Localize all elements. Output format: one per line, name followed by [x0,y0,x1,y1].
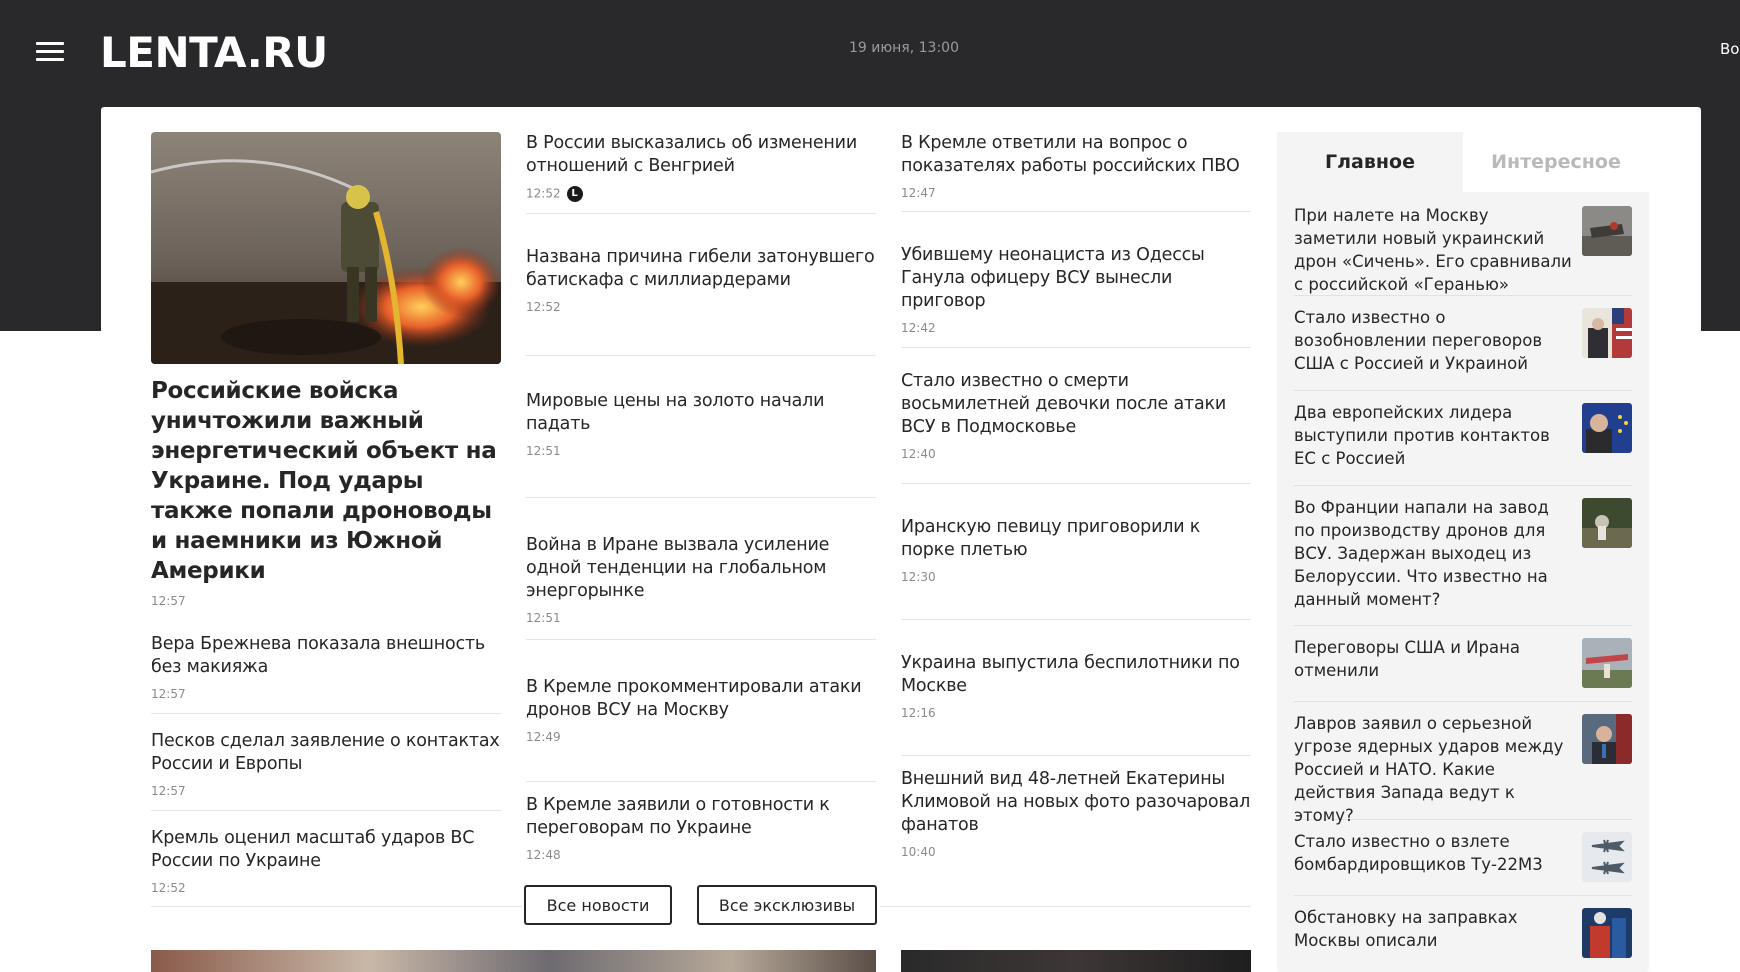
sidebar-news-title: Во Франции напали на завод по производст… [1294,498,1549,609]
sidebar-news-item[interactable]: Обстановку на заправках Москвы описали [1294,896,1632,972]
news-item-time: 12:52 L [526,186,876,202]
menu-icon[interactable] [36,42,64,61]
us-flags-meeting-thumbnail [1582,308,1632,358]
site-logo[interactable]: LENTA.RU [100,28,328,77]
sidebar-news-item[interactable]: Два европейских лидера выступили против … [1294,391,1632,486]
sidebar-news-title: Стало известно о взлете бомбардировщиков… [1294,832,1543,874]
news-item[interactable]: В Кремле ответили на вопрос о показателя… [901,132,1251,212]
news-item-time: 12:52 [151,881,186,895]
tab-main[interactable]: Главное [1277,132,1463,192]
lead-story-time: 12:57 [151,594,186,608]
news-item-title: В Кремле ответили на вопрос о показателя… [901,133,1240,176]
news-item-time: 12:51 [526,611,561,625]
news-item-time: 12:40 [901,447,936,461]
more-news-buttons: Все новости Все эксклюзивы [524,885,879,925]
sidebar-news-list: При налете на Москву заметили новый укра… [1277,192,1649,972]
news-item-time: 12:48 [526,848,561,862]
lavrov-thumbnail [1582,714,1632,764]
lead-story-title[interactable]: Российские войска уничтожили важный энер… [151,376,501,586]
news-item[interactable]: Названа причина гибели затонувшего батис… [526,214,876,356]
news-item[interactable]: В России высказались об изменении отноше… [526,132,876,214]
sidebar-top-news: Главное Интересное При налете на Москву … [1277,132,1649,972]
divider-line [151,906,523,907]
sidebar-news-item[interactable]: При налете на Москву заметили новый укра… [1294,192,1632,296]
lenta-exclusive-badge-icon: L [566,186,583,202]
news-item-title: Война в Иране вызвала усиление одной тен… [526,535,830,601]
news-item[interactable]: Внешний вид 48-летней Екатерины Климовой… [901,756,1251,866]
news-item[interactable]: Мировые цены на золото начали падать 12:… [526,356,876,498]
tab-interesting[interactable]: Интересное [1463,132,1649,192]
sidebar-tabs: Главное Интересное [1277,132,1649,192]
divider-line [880,906,1251,907]
news-item[interactable]: В Кремле заявили о готовности к перегово… [526,782,876,877]
news-item-title: Вера Брежнева показала внешность без мак… [151,634,485,677]
sidebar-news-item[interactable]: Переговоры США и Ирана отменили [1294,626,1632,702]
news-item-title: Иранскую певицу приговорили к порке плет… [901,517,1201,560]
fuel-station-thumbnail [1582,908,1632,958]
news-item-title: Убившему неонациста из Одессы Ганула офи… [901,245,1205,311]
drone-wreck-thumbnail [1582,206,1632,256]
aircraft-thumbnail [1582,638,1632,688]
story-image[interactable] [151,950,876,972]
news-item-title: Стало известно о смерти восьмилетней дев… [901,371,1227,437]
news-item[interactable]: Кремль оценил масштаб ударов ВС России п… [151,811,501,907]
all-exclusives-button[interactable]: Все эксклюзивы [697,885,877,925]
news-item-time: 12:42 [901,321,936,335]
news-item[interactable]: Война в Иране вызвала усиление одной тен… [526,498,876,640]
site-header: LENTA.RU 19 июня, 13:00 Вой [0,0,1740,100]
sidebar-news-item[interactable]: Стало известно о взлете бомбардировщиков… [1294,820,1632,896]
news-item-time: 10:40 [901,845,936,859]
news-item[interactable]: Стало известно о смерти восьмилетней дев… [901,348,1251,484]
news-item-title: Названа причина гибели затонувшего батис… [526,247,875,290]
news-item-title: Внешний вид 48-летней Екатерины Климовой… [901,769,1251,835]
news-item-title: В Кремле заявили о готовности к перегово… [526,795,830,838]
news-column-right: В Кремле ответили на вопрос о показателя… [901,132,1251,866]
all-news-button[interactable]: Все новости [524,885,672,925]
news-item-time: 12:57 [151,687,186,701]
news-item-time: 12:47 [901,186,936,200]
login-link[interactable]: Вой [1720,40,1740,58]
news-item-title: Кремль оценил масштаб ударов ВС России п… [151,828,475,871]
news-item-time: 12:52 [526,300,561,314]
news-item[interactable]: Убившему неонациста из Одессы Ганула офи… [901,212,1251,348]
current-date: 19 июня, 13:00 [849,40,959,56]
news-column-middle: В России высказались об изменении отноше… [526,132,876,877]
sidebar-news-title: Обстановку на заправках Москвы описали [1294,908,1518,950]
news-item-title: В Кремле прокомментировали атаки дронов … [526,677,862,720]
news-item[interactable]: Иранскую певицу приговорили к порке плет… [901,484,1251,620]
news-column-left: Российские войска уничтожили важный энер… [151,132,501,907]
news-item-title: Украина выпустила беспилотники по Москве [901,653,1240,696]
eu-leader-thumbnail [1582,403,1632,453]
bombers-thumbnail [1582,832,1632,882]
news-item-time: 12:51 [526,444,561,458]
news-item-title: Мировые цены на золото начали падать [526,391,825,434]
news-item-time: 12:57 [151,784,186,798]
news-item-time: 12:16 [901,706,936,720]
news-item-title: В России высказались об изменении отноше… [526,133,858,176]
sidebar-news-title: При налете на Москву заметили новый укра… [1294,206,1572,294]
news-item-time: 12:30 [901,570,936,584]
sidebar-news-title: Стало известно о возобновлении переговор… [1294,308,1543,373]
news-item[interactable]: В Кремле прокомментировали атаки дронов … [526,640,876,782]
sidebar-news-title: Переговоры США и Ирана отменили [1294,638,1521,680]
sidebar-news-item[interactable]: Стало известно о возобновлении переговор… [1294,296,1632,391]
lead-story-image[interactable] [151,132,501,364]
news-item[interactable]: Украина выпустила беспилотники по Москве… [901,620,1251,756]
story-image[interactable] [901,950,1251,972]
news-item-title: Песков сделал заявление о контактах Росс… [151,731,500,774]
sidebar-news-title: Два европейских лидера выступили против … [1294,403,1550,468]
news-item[interactable]: Песков сделал заявление о контактах Росс… [151,714,501,811]
factory-site-thumbnail [1582,498,1632,548]
sidebar-news-item[interactable]: Во Франции напали на завод по производст… [1294,486,1632,626]
sidebar-news-item[interactable]: Лавров заявил о серьезной угрозе ядерных… [1294,702,1632,825]
sidebar-news-title: Лавров заявил о серьезной угрозе ядерных… [1294,714,1564,825]
news-item-time: 12:49 [526,730,561,744]
news-item[interactable]: Вера Брежнева показала внешность без мак… [151,619,501,714]
